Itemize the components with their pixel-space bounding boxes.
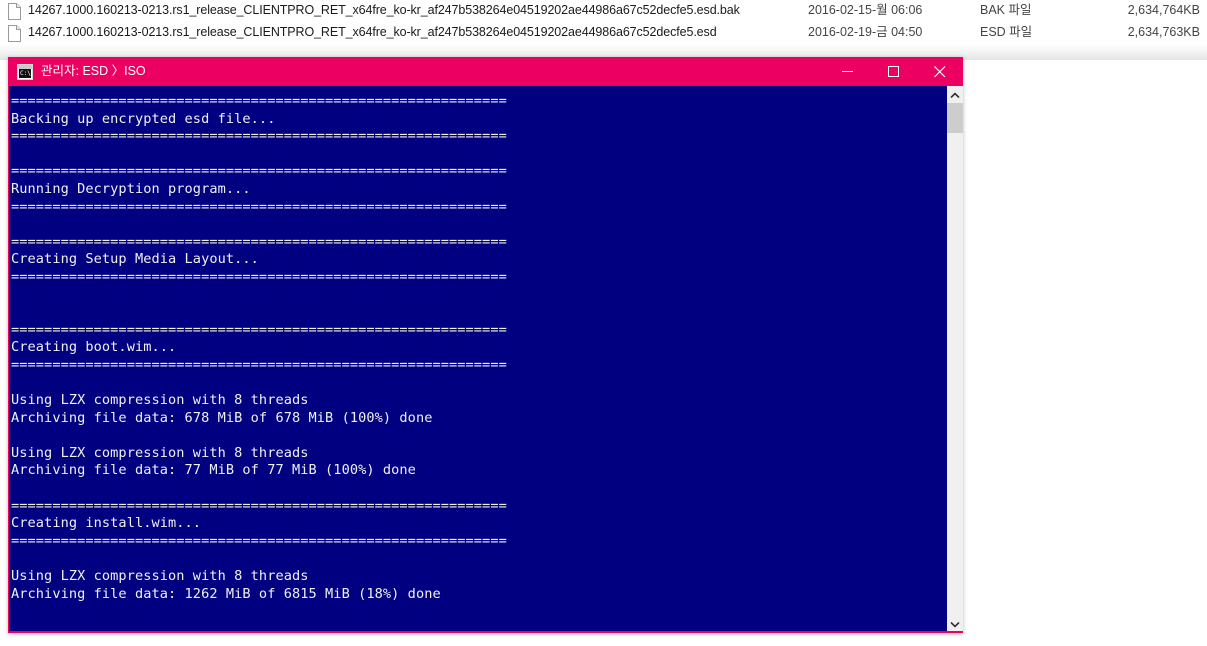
cmd-icon-glyph: C:\ (19, 69, 31, 78)
console-line: ========================================… (11, 356, 507, 373)
console-text: ========================================… (9, 86, 949, 603)
window-title: 관리자: ESD 〉ISO (41, 64, 146, 78)
file-date: 2016-02-15-월 06:06 (808, 3, 923, 17)
console-line: Creating boot.wim... (11, 339, 177, 356)
chevron-down-icon[interactable] (947, 614, 963, 631)
console-line: Using LZX compression with 8 threads (11, 568, 309, 585)
cmd-icon: C:\ (17, 64, 33, 80)
console-line: Archiving file data: 678 MiB of 678 MiB … (11, 409, 433, 426)
minimize-button[interactable] (825, 57, 871, 86)
console-window: C:\ 관리자: ESD 〉ISO ======================… (8, 57, 963, 633)
console-line: ========================================… (11, 93, 507, 109)
console-line: ========================================… (11, 532, 507, 549)
console-line: Archiving file data: 77 MiB of 77 MiB (1… (11, 462, 416, 479)
console-line: ========================================… (11, 233, 507, 250)
chevron-up-icon[interactable] (947, 86, 963, 103)
console-line: Creating install.wim... (11, 515, 202, 532)
file-size: 2,634,764KB (1127, 3, 1200, 17)
scrollbar-thumb[interactable] (947, 103, 963, 133)
file-icon (8, 25, 21, 42)
file-icon (8, 3, 21, 20)
console-scrollbar[interactable] (947, 86, 963, 631)
console-line: ========================================… (11, 198, 507, 215)
console-line: ========================================… (11, 321, 507, 338)
console-output-area[interactable]: ========================================… (9, 86, 962, 631)
console-line: Creating Setup Media Layout... (11, 251, 259, 268)
console-line: ========================================… (11, 497, 507, 514)
maximize-button[interactable] (871, 57, 917, 86)
file-size: 2,634,763KB (1127, 25, 1200, 39)
console-line: Running Decryption program... (11, 180, 251, 197)
console-line: Archiving file data: 1262 MiB of 6815 Mi… (11, 585, 441, 602)
close-button[interactable] (917, 57, 963, 86)
file-name: 14267.1000.160213-0213.rs1_release_CLIEN… (28, 3, 740, 17)
console-line: ========================================… (11, 163, 507, 180)
console-titlebar[interactable]: C:\ 관리자: ESD 〉ISO (8, 57, 963, 86)
console-line: Using LZX compression with 8 threads (11, 444, 309, 461)
table-row[interactable]: 14267.1000.160213-0213.rs1_release_CLIEN… (0, 23, 1207, 44)
console-line: Using LZX compression with 8 threads (11, 392, 309, 409)
console-line: ========================================… (11, 128, 507, 145)
file-date: 2016-02-19-금 04:50 (808, 25, 923, 39)
console-line: ========================================… (11, 268, 507, 285)
explorer-file-list: 14267.1000.160213-0213.rs1_release_CLIEN… (0, 0, 1207, 60)
console-line: Backing up encrypted esd file... (11, 110, 276, 127)
table-row[interactable]: 14267.1000.160213-0213.rs1_release_CLIEN… (0, 1, 1207, 22)
file-name: 14267.1000.160213-0213.rs1_release_CLIEN… (28, 25, 717, 39)
